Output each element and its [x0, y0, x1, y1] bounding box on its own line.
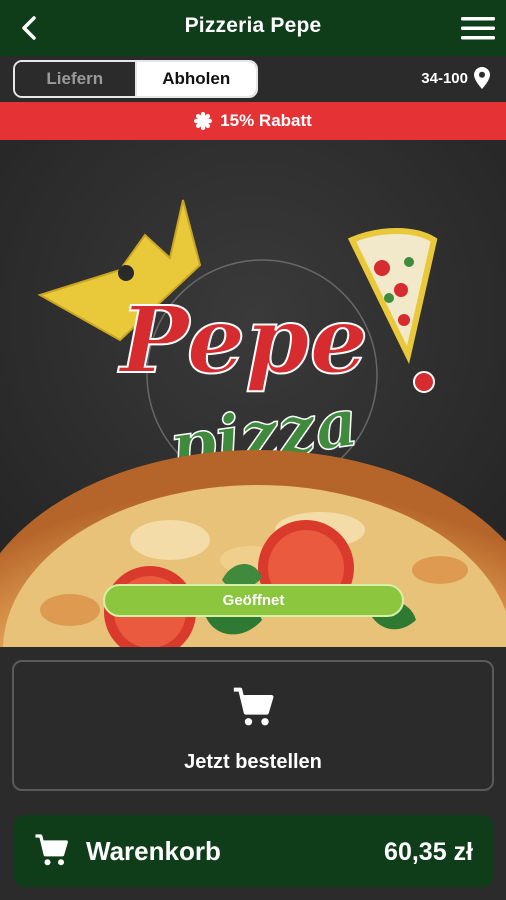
cart-label: Warenkorb: [86, 836, 221, 866]
page-title: Pizzeria Pepe: [184, 14, 322, 37]
badge-icon: [194, 112, 213, 130]
promo-text: 15% Rabatt: [220, 111, 312, 130]
mode-bar: Liefern Abholen 34-100: [0, 56, 506, 102]
menu-button[interactable]: [460, 12, 496, 44]
location-pin-icon: [474, 67, 490, 89]
cart-icon: [35, 834, 68, 866]
hamburger-menu-icon: [461, 17, 495, 40]
cart-button[interactable]: Warenkorb 60,35 zł: [14, 815, 493, 887]
toggle-option-delivery[interactable]: Liefern: [15, 62, 137, 96]
restaurant-hero-image: Pepe pizza Geöffnet: [0, 140, 506, 647]
cart-icon: [233, 687, 274, 726]
promo-banner[interactable]: 15% Rabatt: [0, 102, 506, 140]
top-app-bar: Pizzeria Pepe: [0, 0, 506, 56]
cart-total: 60,35 zł: [384, 838, 473, 866]
order-now-button[interactable]: Jetzt bestellen: [12, 660, 494, 791]
logo-text-main: Pepe: [117, 286, 368, 394]
delivery-mode-toggle: Liefern Abholen: [13, 60, 258, 98]
hero-illustration: Pepe pizza: [0, 140, 506, 647]
order-now-label: Jetzt bestellen: [184, 751, 322, 773]
open-status-badge[interactable]: Geöffnet: [103, 584, 404, 617]
location-selector[interactable]: 34-100: [421, 67, 490, 89]
postal-code: 34-100: [421, 69, 468, 87]
toggle-option-pickup[interactable]: Abholen: [136, 62, 256, 96]
